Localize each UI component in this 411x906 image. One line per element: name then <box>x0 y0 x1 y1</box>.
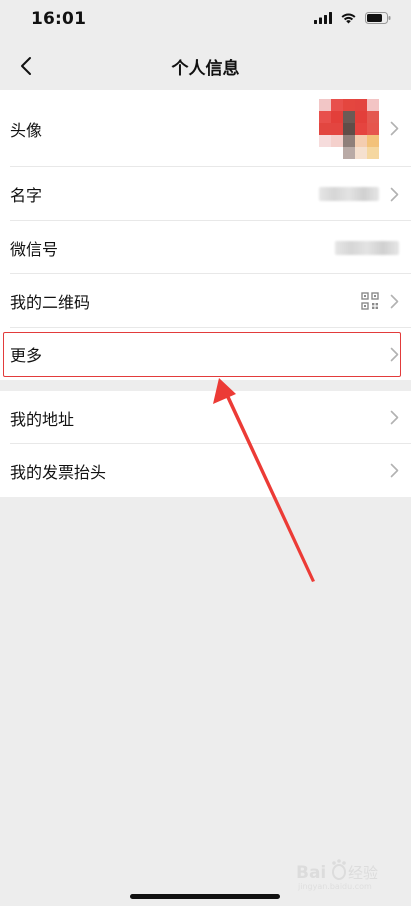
row-label: 我的发票抬头 <box>10 462 107 482</box>
watermark-logo: Bai 经验 jingyan.baidu.com <box>296 859 378 891</box>
row-label: 我的二维码 <box>10 293 91 312</box>
avatar-pixel <box>367 134 379 147</box>
row-more[interactable]: 更多 <box>0 328 411 380</box>
avatar <box>319 98 379 159</box>
other-group: 我的地址 我的发票抬头 <box>0 391 411 497</box>
avatar-pixel <box>343 134 355 147</box>
svg-text:Bai: Bai <box>296 863 326 883</box>
chevron-right-icon <box>389 463 399 479</box>
chevron-right-icon <box>389 410 399 426</box>
row-invoice-title[interactable]: 我的发票抬头 <box>0 444 411 497</box>
avatar-pixel <box>355 122 367 135</box>
avatar-pixel <box>331 98 343 111</box>
wifi-icon <box>341 13 356 24</box>
status-icons <box>314 12 391 24</box>
avatar-pixel <box>331 134 343 147</box>
avatar-pixel <box>343 98 355 111</box>
row-label: 微信号 <box>10 239 59 259</box>
avatar-pixel <box>367 98 379 111</box>
avatar-pixel <box>343 146 355 159</box>
avatar-pixel <box>331 122 343 135</box>
row-wechat-id[interactable]: 微信号 <box>0 221 411 274</box>
row-qr-code[interactable]: 我的二维码 <box>0 274 411 328</box>
svg-text:经验: 经验 <box>348 864 378 882</box>
avatar-pixel <box>367 122 379 135</box>
avatar-pixel <box>319 146 331 159</box>
qr-code-icon <box>361 292 379 310</box>
svg-text:jingyan.baidu.com: jingyan.baidu.com <box>297 882 372 891</box>
signal-icon <box>314 12 332 24</box>
chevron-right-icon <box>389 346 399 362</box>
avatar-pixel <box>331 110 343 123</box>
row-my-address[interactable]: 我的地址 <box>0 391 411 444</box>
profile-group: 头像 名字 微信号 我的二维码 更多 <box>0 90 411 380</box>
row-name[interactable]: 名字 <box>0 167 411 221</box>
blurred-name-value <box>319 187 379 201</box>
status-bar: 16:01 <box>0 0 411 44</box>
avatar-pixel <box>319 134 331 147</box>
avatar-pixel <box>367 110 379 123</box>
row-label: 我的地址 <box>10 409 75 429</box>
nav-bar: 个人信息 <box>0 44 411 88</box>
status-time: 16:01 <box>31 9 87 29</box>
home-indicator[interactable] <box>130 894 280 899</box>
avatar-pixel <box>367 146 379 159</box>
chevron-right-icon <box>389 186 399 202</box>
avatar-pixel <box>355 146 367 159</box>
avatar-pixel <box>319 110 331 123</box>
row-label: 名字 <box>10 186 43 205</box>
avatar-pixel <box>331 146 343 159</box>
avatar-pixel <box>319 98 331 111</box>
row-label: 头像 <box>10 120 43 140</box>
row-label: 更多 <box>10 346 43 365</box>
row-avatar[interactable]: 头像 <box>0 90 411 167</box>
avatar-pixel <box>355 110 367 123</box>
chevron-right-icon <box>389 293 399 309</box>
avatar-pixel <box>355 98 367 111</box>
avatar-pixel <box>343 110 355 123</box>
avatar-pixel <box>319 122 331 135</box>
avatar-pixel <box>355 134 367 147</box>
page-title: 个人信息 <box>171 59 240 79</box>
blurred-wechat-id-value <box>335 240 399 255</box>
battery-icon <box>365 12 391 24</box>
chevron-right-icon <box>389 121 399 137</box>
avatar-pixel <box>343 122 355 135</box>
